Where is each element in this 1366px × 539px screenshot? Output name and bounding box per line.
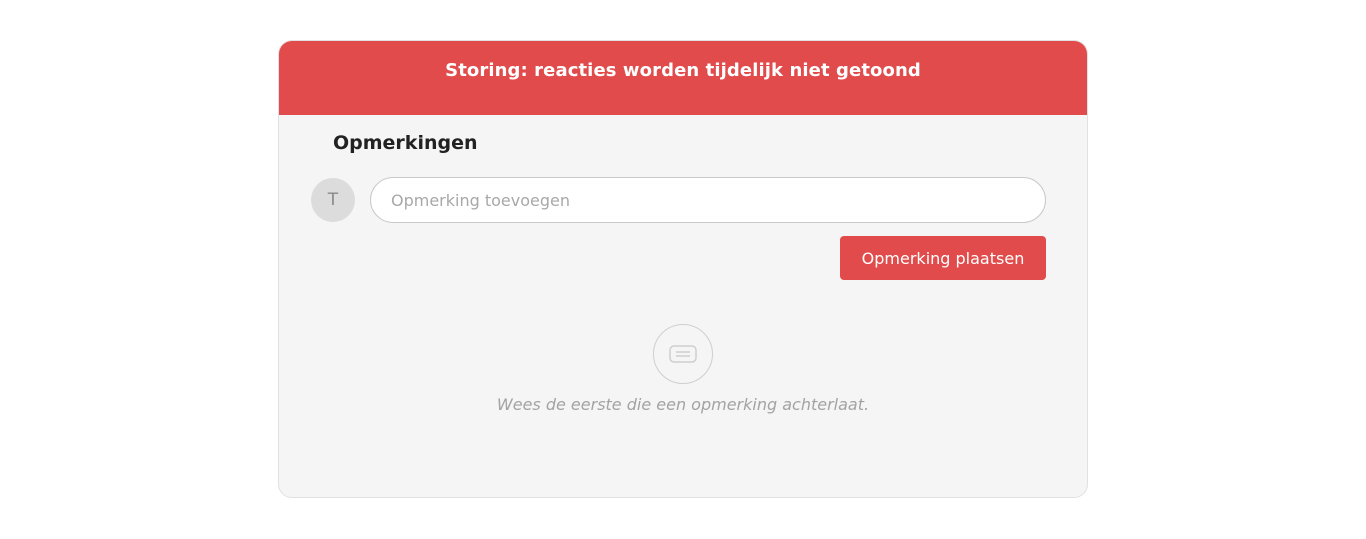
avatar: T [311, 178, 355, 222]
avatar-initial: T [327, 190, 339, 210]
comment-icon [653, 324, 713, 384]
empty-state-message: Wees de eerste die een opmerking achterl… [496, 395, 870, 414]
comments-card: Storing: reacties worden tijdelijk niet … [278, 40, 1088, 498]
comment-input[interactable] [370, 177, 1046, 223]
error-banner: Storing: reacties worden tijdelijk niet … [279, 41, 1087, 115]
comments-title: Opmerkingen [333, 132, 478, 154]
post-comment-button[interactable]: Opmerking plaatsen [840, 236, 1046, 280]
error-banner-text: Storing: reacties worden tijdelijk niet … [445, 60, 921, 81]
